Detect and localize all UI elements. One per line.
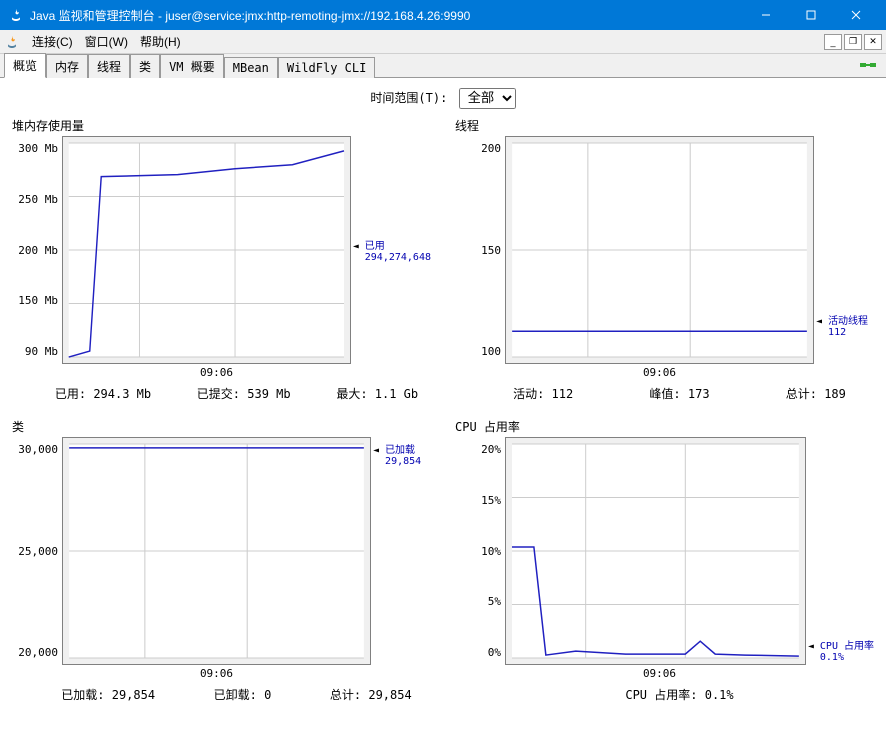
menubar: 连接(C) 窗口(W) 帮助(H) _ ❐ ✕ bbox=[0, 30, 886, 54]
tab-threads[interactable]: 线程 bbox=[88, 54, 130, 78]
threads-x-axis: 09:06 bbox=[455, 366, 874, 379]
window-title: Java 监视和管理控制台 - juser@service:jmx:http-r… bbox=[30, 7, 743, 24]
cpu-y-axis: 20% 15% 10% 5% 0% bbox=[455, 437, 505, 665]
content-area: 时间范围(T): 全部 堆内存使用量 300 Mb 250 Mb 200 Mb … bbox=[0, 78, 886, 743]
tab-classes[interactable]: 类 bbox=[130, 54, 160, 78]
java-icon bbox=[4, 34, 20, 50]
threads-y-axis: 200 150 100 bbox=[455, 136, 505, 364]
heap-stats: 已用: 294.3 Mb 已提交: 539 Mb 最大: 1.1 Gb bbox=[12, 385, 431, 402]
cpu-x-axis: 09:06 bbox=[455, 667, 874, 680]
threads-chart-cell: 线程 200 150 100 bbox=[455, 117, 874, 402]
tabbar: 概览 内存 线程 类 VM 概要 MBean WildFly CLI bbox=[0, 54, 886, 78]
heap-chart-title: 堆内存使用量 bbox=[12, 117, 431, 134]
heap-legend: ◄ 已用 294,274,648 bbox=[351, 237, 431, 263]
tab-vm-summary[interactable]: VM 概要 bbox=[160, 54, 224, 78]
child-restore-button[interactable]: ❐ bbox=[844, 34, 862, 50]
cpu-stats: CPU 占用率: 0.1% bbox=[455, 686, 874, 703]
close-button[interactable] bbox=[833, 0, 878, 30]
heap-y-axis: 300 Mb 250 Mb 200 Mb 150 Mb 90 Mb bbox=[12, 136, 62, 364]
classes-stats: 已加载: 29,854 已卸载: 0 总计: 29,854 bbox=[12, 686, 431, 703]
cpu-plot[interactable] bbox=[505, 437, 806, 665]
time-range-control: 时间范围(T): 全部 bbox=[12, 88, 874, 109]
cpu-chart-title: CPU 占用率 bbox=[455, 418, 874, 435]
heap-plot[interactable] bbox=[62, 136, 351, 364]
java-icon bbox=[8, 7, 24, 23]
menu-help[interactable]: 帮助(H) bbox=[134, 31, 187, 52]
tab-overview[interactable]: 概览 bbox=[4, 53, 46, 78]
classes-y-axis: 30,000 25,000 20,000 bbox=[12, 437, 62, 665]
tab-memory[interactable]: 内存 bbox=[46, 54, 88, 78]
child-close-button[interactable]: ✕ bbox=[864, 34, 882, 50]
cpu-chart-cell: CPU 占用率 20% 15% 10% 5% 0% bbox=[455, 418, 874, 703]
threads-stats: 活动: 112 峰值: 173 总计: 189 bbox=[455, 385, 874, 402]
classes-x-axis: 09:06 bbox=[12, 667, 431, 680]
child-minimize-button[interactable]: _ bbox=[824, 34, 842, 50]
tab-wildfly-cli[interactable]: WildFly CLI bbox=[278, 57, 375, 78]
classes-plot[interactable] bbox=[62, 437, 371, 665]
threads-legend: ◄ 活动线程 112 bbox=[814, 312, 874, 338]
window-titlebar: Java 监视和管理控制台 - juser@service:jmx:http-r… bbox=[0, 0, 886, 30]
classes-chart-title: 类 bbox=[12, 418, 431, 435]
threads-chart-title: 线程 bbox=[455, 117, 874, 134]
maximize-button[interactable] bbox=[788, 0, 833, 30]
minimize-button[interactable] bbox=[743, 0, 788, 30]
heap-chart-cell: 堆内存使用量 300 Mb 250 Mb 200 Mb 150 Mb 90 Mb bbox=[12, 117, 431, 402]
classes-legend: ◄ 已加载 29,854 bbox=[371, 441, 431, 467]
heap-x-axis: 09:06 bbox=[12, 366, 431, 379]
connection-status-icon bbox=[858, 57, 878, 73]
time-range-select[interactable]: 全部 bbox=[459, 88, 516, 109]
menu-window[interactable]: 窗口(W) bbox=[79, 31, 134, 52]
time-range-label: 时间范围(T): bbox=[370, 91, 447, 105]
menu-connect[interactable]: 连接(C) bbox=[26, 31, 79, 52]
threads-plot[interactable] bbox=[505, 136, 814, 364]
cpu-legend: ◄ CPU 占用率 0.1% bbox=[806, 637, 874, 663]
tab-mbeans[interactable]: MBean bbox=[224, 57, 278, 78]
classes-chart-cell: 类 30,000 25,000 20,000 bbox=[12, 418, 431, 703]
